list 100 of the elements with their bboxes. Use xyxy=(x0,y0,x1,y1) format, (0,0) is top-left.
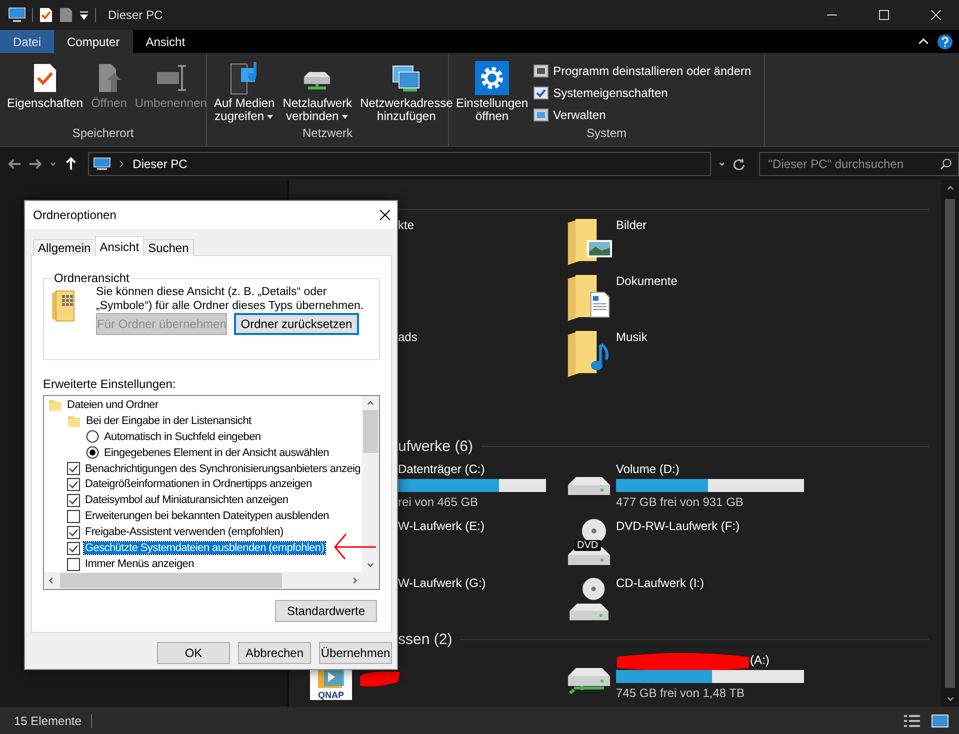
system-properties-icon xyxy=(533,84,550,100)
ribbon-button[interactable]: Einstellungen öffnen xyxy=(453,59,532,123)
dialog-tab[interactable]: Suchen xyxy=(143,239,194,256)
properties-icon[interactable] xyxy=(39,7,53,23)
setting-label[interactable]: Immer Menüs anzeigen xyxy=(84,558,195,570)
free-space-text: 745 GB frei von 1,48 TB xyxy=(616,686,746,700)
close-icon[interactable] xyxy=(931,10,941,20)
back-icon[interactable] xyxy=(8,156,22,170)
setting-label[interactable]: Eingegebenes Element in der Ansicht auswählen xyxy=(103,446,330,459)
scroll-up-icon[interactable] xyxy=(366,399,375,408)
ribbon-button[interactable]: Eigenschaften xyxy=(4,59,86,110)
item-name[interactable]: (A:) xyxy=(750,653,770,667)
item-name[interactable]: W-Laufwerk (E:) xyxy=(398,519,566,533)
scroll-left-icon[interactable] xyxy=(47,576,56,585)
item-name[interactable]: Dokumente xyxy=(616,274,678,288)
dialog-button[interactable]: Abbrechen xyxy=(238,642,311,664)
ribbon-button[interactable]: Netzwerkadresse hinzufügen xyxy=(357,59,456,123)
scrollbar-thumb[interactable] xyxy=(60,573,282,588)
setting-label[interactable]: Dateien und Ordner xyxy=(66,398,160,411)
group-title: Ordneransicht xyxy=(53,271,130,285)
dialog-button[interactable]: Übernehmen xyxy=(319,642,392,664)
radio-button[interactable] xyxy=(86,430,99,444)
item-name[interactable]: Datenträger (C:) xyxy=(398,462,566,476)
chevron-icon xyxy=(118,160,125,168)
dialog-tab[interactable]: Ansicht xyxy=(94,236,144,256)
large-icons-view-icon[interactable] xyxy=(931,714,949,728)
setting-label[interactable]: Erweiterungen bei bekannten Dateitypen ausblenden xyxy=(84,510,330,522)
checkbox[interactable] xyxy=(67,462,80,476)
document-icon[interactable] xyxy=(59,7,73,23)
item-name[interactable]: ads xyxy=(398,330,566,344)
dropdown-icon[interactable] xyxy=(79,10,89,20)
ribbon-button[interactable]: Auf Medien zugreifen xyxy=(211,59,278,123)
scrollbar-thumb[interactable] xyxy=(363,410,378,453)
dialog-button[interactable]: OK xyxy=(157,642,230,664)
scroll-down-icon[interactable] xyxy=(946,694,954,703)
setting-label[interactable]: Automatisch in Suchfeld eingeben xyxy=(103,430,262,443)
dialog-tab[interactable]: Allgemein xyxy=(33,239,96,256)
checkbox[interactable] xyxy=(67,558,80,571)
group-label: Speicherort xyxy=(71,126,135,142)
free-space-text: 477 GB frei von 931 GB xyxy=(616,495,744,509)
forward-icon[interactable] xyxy=(28,156,42,170)
free-space-text: rei von 465 GB xyxy=(398,495,480,509)
checkbox[interactable] xyxy=(67,526,80,539)
defaults-button[interactable]: Standardwerte xyxy=(275,600,377,622)
refresh-icon[interactable] xyxy=(733,158,746,170)
item-name[interactable]: Bilder xyxy=(616,218,647,232)
address-field[interactable]: Dieser PC xyxy=(88,152,712,176)
setting-label[interactable]: Geschützte Systemdateien ausblenden (empfohlen) xyxy=(84,542,326,554)
section-heading[interactable]: ssen (2) xyxy=(398,630,452,648)
details-view-icon[interactable] xyxy=(903,714,921,728)
ribbon-tab[interactable]: Datei xyxy=(0,30,54,53)
scroll-right-icon[interactable] xyxy=(350,576,359,585)
ribbon-button[interactable]: Programm deinstallieren oder ändern xyxy=(533,61,752,80)
dialog-button[interactable]: Ordner zurücksetzen xyxy=(234,313,359,335)
item-name[interactable]: DVD-RW-Laufwerk (F:) xyxy=(616,519,740,533)
group-label: System xyxy=(585,126,628,142)
item-name[interactable]: CD-Laufwerk (I:) xyxy=(616,576,704,590)
up-icon[interactable] xyxy=(64,156,78,170)
search-field[interactable]: "Dieser PC" durchsuchen xyxy=(759,152,959,176)
checkbox[interactable] xyxy=(67,542,80,555)
item-name[interactable]: Volume (D:) xyxy=(616,462,804,476)
maximize-icon[interactable] xyxy=(879,10,889,20)
setting-label[interactable]: Freigabe-Assistent verwenden (empfohlen) xyxy=(84,526,284,538)
checkbox[interactable] xyxy=(67,478,80,491)
item-name[interactable]: W-Laufwerk (G:) xyxy=(398,576,566,590)
scroll-up-icon[interactable] xyxy=(946,184,954,193)
ribbon-button[interactable]: Netzlaufwerk verbinden xyxy=(280,59,356,123)
folder-icon xyxy=(67,414,81,428)
radio-button[interactable] xyxy=(86,446,99,460)
settings-icon xyxy=(475,61,510,95)
setting-label[interactable]: Benachrichtigungen des Synchronisierungsanbieters anzeig xyxy=(84,462,362,475)
close-button[interactable] xyxy=(379,209,391,221)
setting-label[interactable]: Bei der Eingabe in der Listenansicht xyxy=(85,414,252,427)
folder-icon xyxy=(48,398,62,412)
checkbox[interactable] xyxy=(67,494,80,507)
computer-icon xyxy=(92,156,111,170)
caret-icon xyxy=(340,114,349,120)
window-title: Dieser PC xyxy=(108,8,164,22)
caret-icon xyxy=(266,114,274,120)
description-text: Sie können diese Ansicht (z. B. „Details“ oder „Symbole“) für alle Ordner dieses Typs übernehmen. xyxy=(96,285,365,313)
ribbon-tab[interactable]: Computer xyxy=(54,30,133,53)
setting-label[interactable]: Dateigrößeinformationen in Ordnertipps anzeigen xyxy=(84,478,313,490)
item-name[interactable]: Musik xyxy=(616,330,648,344)
setting-label[interactable]: Dateisymbol auf Miniaturansichten anzeigen xyxy=(84,494,290,506)
documents-folder-icon xyxy=(566,272,612,322)
hard-drive-icon xyxy=(566,476,612,496)
scroll-down-icon[interactable] xyxy=(366,560,375,569)
section-heading[interactable]: ufwerke (6) xyxy=(398,438,474,454)
dialog-title: Ordneroptionen xyxy=(33,208,116,222)
collapse-ribbon-icon[interactable] xyxy=(918,36,929,47)
network-drive-icon xyxy=(566,667,612,694)
ribbon-tab[interactable]: Ansicht xyxy=(132,30,198,53)
ribbon-button[interactable]: Systemeigenschaften xyxy=(533,83,752,102)
ribbon-button[interactable]: Verwalten xyxy=(533,105,752,124)
item-name[interactable]: kte xyxy=(398,218,566,232)
computer-icon xyxy=(8,7,26,23)
checkbox[interactable] xyxy=(67,510,80,523)
uninstall-icon xyxy=(533,62,550,78)
help-icon[interactable] xyxy=(937,34,953,50)
search-icon xyxy=(940,158,952,170)
